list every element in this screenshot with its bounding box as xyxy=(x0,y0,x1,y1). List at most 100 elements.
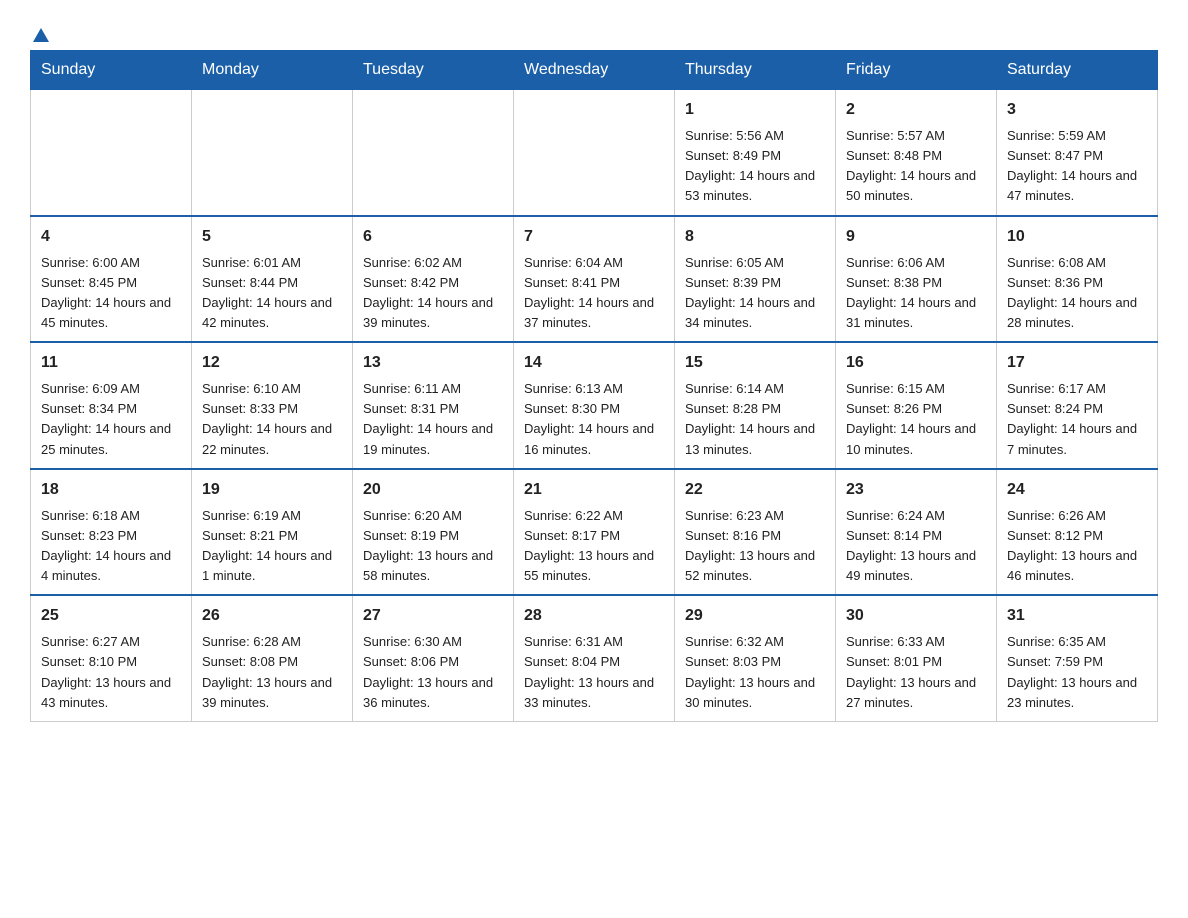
calendar-cell xyxy=(353,90,514,216)
day-number: 22 xyxy=(685,478,825,502)
day-number: 3 xyxy=(1007,98,1147,122)
calendar-cell: 8 Sunrise: 6:05 AM Sunset: 8:39 PM Daylig… xyxy=(675,216,836,343)
calendar-cell: 21 Sunrise: 6:22 AM Sunset: 8:17 PM Dayli… xyxy=(514,469,675,596)
calendar-cell: 16 Sunrise: 6:15 AM Sunset: 8:26 PM Dayli… xyxy=(836,342,997,469)
day-info: Sunrise: 6:22 AM Sunset: 8:17 PM Dayligh… xyxy=(524,506,664,587)
day-info: Sunrise: 6:28 AM Sunset: 8:08 PM Dayligh… xyxy=(202,632,342,713)
day-info: Sunrise: 6:31 AM Sunset: 8:04 PM Dayligh… xyxy=(524,632,664,713)
calendar-cell: 19Sunrise: 6:19 AM Sunset: 8:21 PM Dayli… xyxy=(192,469,353,596)
calendar-cell: 6 Sunrise: 6:02 AM Sunset: 8:42 PM Daylig… xyxy=(353,216,514,343)
day-info: Sunrise: 5:57 AM Sunset: 8:48 PM Dayligh… xyxy=(846,126,986,207)
calendar-cell: 26 Sunrise: 6:28 AM Sunset: 8:08 PM Dayli… xyxy=(192,595,353,721)
day-info: Sunrise: 6:11 AM Sunset: 8:31 PM Dayligh… xyxy=(363,379,503,460)
calendar-cell xyxy=(514,90,675,216)
column-header-friday: Friday xyxy=(836,51,997,90)
calendar-cell: 25 Sunrise: 6:27 AM Sunset: 8:10 PM Dayli… xyxy=(31,595,192,721)
day-info: Sunrise: 6:05 AM Sunset: 8:39 PM Dayligh… xyxy=(685,253,825,334)
column-header-sunday: Sunday xyxy=(31,51,192,90)
day-number: 24 xyxy=(1007,478,1147,502)
day-number: 31 xyxy=(1007,604,1147,628)
day-info: Sunrise: 6:32 AM Sunset: 8:03 PM Dayligh… xyxy=(685,632,825,713)
day-info: Sunrise: 6:26 AM Sunset: 8:12 PM Dayligh… xyxy=(1007,506,1147,587)
day-info: Sunrise: 6:10 AM Sunset: 8:33 PM Dayligh… xyxy=(202,379,342,460)
calendar-cell: 4Sunrise: 6:00 AM Sunset: 8:45 PM Daylig… xyxy=(31,216,192,343)
day-info: Sunrise: 6:19 AM Sunset: 8:21 PM Dayligh… xyxy=(202,506,342,587)
calendar-cell: 22 Sunrise: 6:23 AM Sunset: 8:16 PM Dayli… xyxy=(675,469,836,596)
calendar-week-row: 25 Sunrise: 6:27 AM Sunset: 8:10 PM Dayli… xyxy=(31,595,1158,721)
column-header-monday: Monday xyxy=(192,51,353,90)
calendar-table: SundayMondayTuesdayWednesdayThursdayFrid… xyxy=(30,50,1158,722)
day-info: Sunrise: 6:33 AM Sunset: 8:01 PM Dayligh… xyxy=(846,632,986,713)
day-info: Sunrise: 6:08 AM Sunset: 8:36 PM Dayligh… xyxy=(1007,253,1147,334)
day-number: 29 xyxy=(685,604,825,628)
day-number: 30 xyxy=(846,604,986,628)
column-header-wednesday: Wednesday xyxy=(514,51,675,90)
day-number: 16 xyxy=(846,351,986,375)
day-number: 2 xyxy=(846,98,986,122)
day-number: 20 xyxy=(363,478,503,502)
calendar-cell xyxy=(31,90,192,216)
calendar-cell: 3Sunrise: 5:59 AM Sunset: 8:47 PM Daylig… xyxy=(997,90,1158,216)
calendar-cell: 5 Sunrise: 6:01 AM Sunset: 8:44 PM Daylig… xyxy=(192,216,353,343)
logo xyxy=(30,26,50,40)
calendar-cell: 28 Sunrise: 6:31 AM Sunset: 8:04 PM Dayli… xyxy=(514,595,675,721)
calendar-week-row: 4Sunrise: 6:00 AM Sunset: 8:45 PM Daylig… xyxy=(31,216,1158,343)
day-info: Sunrise: 6:15 AM Sunset: 8:26 PM Dayligh… xyxy=(846,379,986,460)
day-info: Sunrise: 6:24 AM Sunset: 8:14 PM Dayligh… xyxy=(846,506,986,587)
day-number: 1 xyxy=(685,98,825,122)
day-number: 17 xyxy=(1007,351,1147,375)
calendar-cell: 30 Sunrise: 6:33 AM Sunset: 8:01 PM Dayli… xyxy=(836,595,997,721)
day-info: Sunrise: 6:18 AM Sunset: 8:23 PM Dayligh… xyxy=(41,506,181,587)
column-header-tuesday: Tuesday xyxy=(353,51,514,90)
day-number: 21 xyxy=(524,478,664,502)
day-number: 13 xyxy=(363,351,503,375)
calendar-cell: 9Sunrise: 6:06 AM Sunset: 8:38 PM Daylig… xyxy=(836,216,997,343)
day-info: Sunrise: 6:09 AM Sunset: 8:34 PM Dayligh… xyxy=(41,379,181,460)
logo-triangle-icon xyxy=(32,26,50,44)
day-number: 28 xyxy=(524,604,664,628)
day-info: Sunrise: 6:02 AM Sunset: 8:42 PM Dayligh… xyxy=(363,253,503,334)
calendar-week-row: 11 Sunrise: 6:09 AM Sunset: 8:34 PM Dayli… xyxy=(31,342,1158,469)
column-header-saturday: Saturday xyxy=(997,51,1158,90)
page-header xyxy=(30,20,1158,40)
calendar-cell: 17Sunrise: 6:17 AM Sunset: 8:24 PM Dayli… xyxy=(997,342,1158,469)
day-info: Sunrise: 6:23 AM Sunset: 8:16 PM Dayligh… xyxy=(685,506,825,587)
day-number: 5 xyxy=(202,225,342,249)
day-info: Sunrise: 6:27 AM Sunset: 8:10 PM Dayligh… xyxy=(41,632,181,713)
day-number: 8 xyxy=(685,225,825,249)
day-info: Sunrise: 6:00 AM Sunset: 8:45 PM Dayligh… xyxy=(41,253,181,334)
calendar-cell: 7Sunrise: 6:04 AM Sunset: 8:41 PM Daylig… xyxy=(514,216,675,343)
day-info: Sunrise: 6:35 AM Sunset: 7:59 PM Dayligh… xyxy=(1007,632,1147,713)
day-info: Sunrise: 6:04 AM Sunset: 8:41 PM Dayligh… xyxy=(524,253,664,334)
day-info: Sunrise: 6:30 AM Sunset: 8:06 PM Dayligh… xyxy=(363,632,503,713)
calendar-cell: 27Sunrise: 6:30 AM Sunset: 8:06 PM Dayli… xyxy=(353,595,514,721)
calendar-cell: 10Sunrise: 6:08 AM Sunset: 8:36 PM Dayli… xyxy=(997,216,1158,343)
day-info: Sunrise: 5:56 AM Sunset: 8:49 PM Dayligh… xyxy=(685,126,825,207)
day-number: 23 xyxy=(846,478,986,502)
calendar-week-row: 18 Sunrise: 6:18 AM Sunset: 8:23 PM Dayli… xyxy=(31,469,1158,596)
calendar-cell: 23 Sunrise: 6:24 AM Sunset: 8:14 PM Dayli… xyxy=(836,469,997,596)
calendar-cell xyxy=(192,90,353,216)
day-number: 25 xyxy=(41,604,181,628)
day-info: Sunrise: 6:14 AM Sunset: 8:28 PM Dayligh… xyxy=(685,379,825,460)
day-info: Sunrise: 6:01 AM Sunset: 8:44 PM Dayligh… xyxy=(202,253,342,334)
calendar-cell: 11 Sunrise: 6:09 AM Sunset: 8:34 PM Dayli… xyxy=(31,342,192,469)
calendar-cell: 18 Sunrise: 6:18 AM Sunset: 8:23 PM Dayli… xyxy=(31,469,192,596)
day-number: 18 xyxy=(41,478,181,502)
day-number: 12 xyxy=(202,351,342,375)
calendar-cell: 20 Sunrise: 6:20 AM Sunset: 8:19 PM Dayli… xyxy=(353,469,514,596)
day-number: 15 xyxy=(685,351,825,375)
day-number: 9 xyxy=(846,225,986,249)
day-number: 6 xyxy=(363,225,503,249)
day-info: Sunrise: 6:13 AM Sunset: 8:30 PM Dayligh… xyxy=(524,379,664,460)
calendar-week-row: 1 Sunrise: 5:56 AM Sunset: 8:49 PM Daylig… xyxy=(31,90,1158,216)
day-number: 14 xyxy=(524,351,664,375)
calendar-cell: 2 Sunrise: 5:57 AM Sunset: 8:48 PM Daylig… xyxy=(836,90,997,216)
day-number: 26 xyxy=(202,604,342,628)
calendar-cell: 12 Sunrise: 6:10 AM Sunset: 8:33 PM Dayli… xyxy=(192,342,353,469)
column-header-thursday: Thursday xyxy=(675,51,836,90)
day-number: 11 xyxy=(41,351,181,375)
day-info: Sunrise: 6:20 AM Sunset: 8:19 PM Dayligh… xyxy=(363,506,503,587)
calendar-header-row: SundayMondayTuesdayWednesdayThursdayFrid… xyxy=(31,51,1158,90)
calendar-cell: 14 Sunrise: 6:13 AM Sunset: 8:30 PM Dayli… xyxy=(514,342,675,469)
